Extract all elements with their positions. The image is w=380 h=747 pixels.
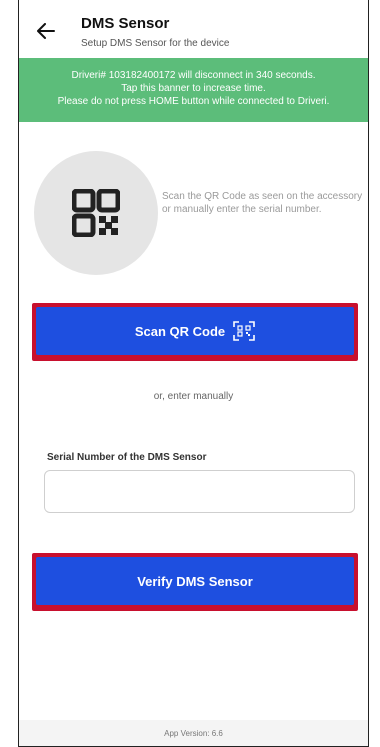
serial-number-label: Serial Number of the DMS Sensor [47, 452, 207, 463]
app-footer: App Version: 6.6 [19, 720, 368, 746]
qr-illustration [34, 151, 158, 275]
verify-dms-sensor-button[interactable]: Verify DMS Sensor [36, 557, 354, 605]
verify-button-label: Verify DMS Sensor [137, 573, 253, 589]
app-header: DMS Sensor Setup DMS Sensor for the devi… [19, 0, 368, 58]
banner-line-2: Tap this banner to increase time. [121, 83, 266, 94]
page-title: DMS Sensor [81, 15, 170, 32]
scan-qr-button-label: Scan QR Code [134, 323, 226, 339]
disconnect-banner[interactable]: Driveri# 103182400172 will disconnect in… [19, 58, 368, 122]
app-version-text: App Version: 6.6 [164, 729, 223, 738]
banner-line-1: Driveri# 103182400172 will disconnect in… [71, 70, 316, 81]
or-enter-manually-text: or, enter manually [153, 391, 234, 402]
scan-qr-button[interactable]: Scan QR Code [36, 307, 354, 355]
qr-code-icon [72, 189, 120, 237]
qr-scan-icon [233, 321, 255, 341]
back-button[interactable] [33, 18, 59, 44]
serial-number-input[interactable] [44, 470, 355, 513]
app-screen: DMS Sensor Setup DMS Sensor for the devi… [18, 0, 369, 747]
banner-line-3: Please do not press HOME button while co… [57, 96, 330, 107]
qr-hint-text: Scan the QR Code as seen on the accessor… [162, 191, 363, 215]
arrow-left-icon [37, 23, 55, 39]
page-subtitle: Setup DMS Sensor for the device [81, 38, 230, 49]
